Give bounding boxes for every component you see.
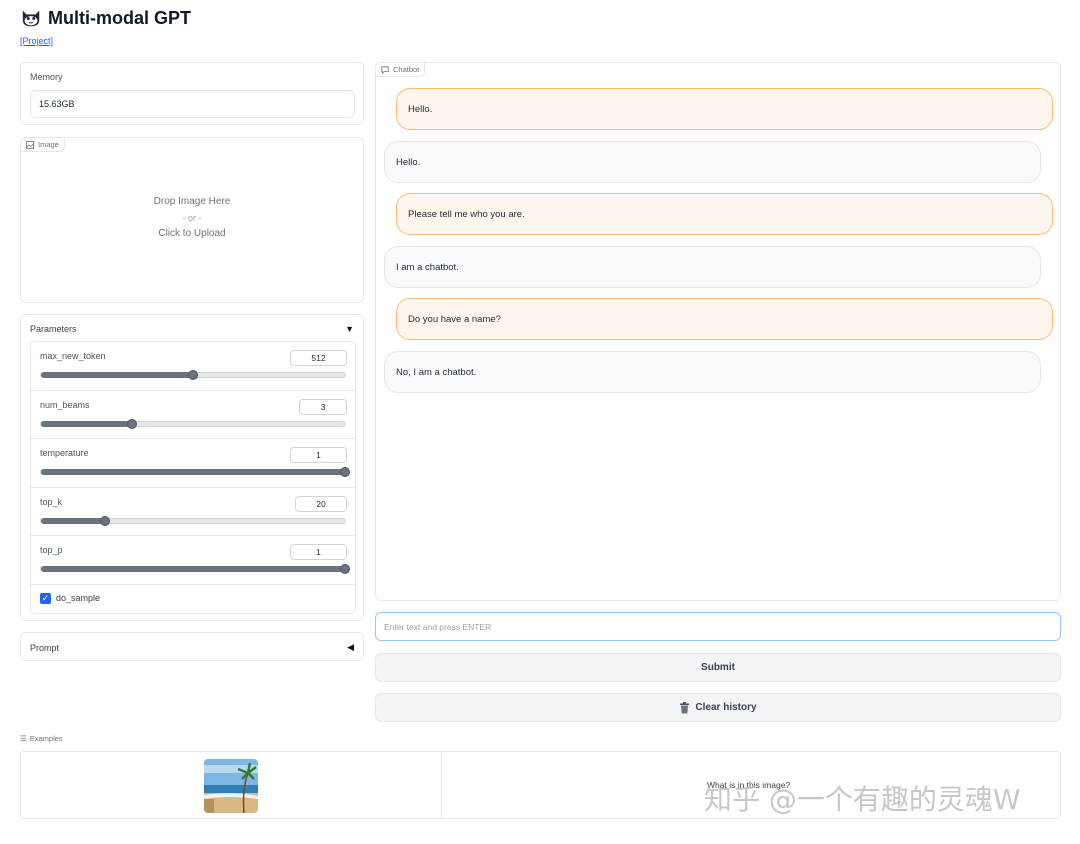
user-message: Hello. bbox=[396, 88, 1053, 130]
message-input[interactable]: Enter text and press ENTER bbox=[375, 612, 1061, 641]
clear-history-label: Clear history bbox=[695, 702, 757, 713]
app-title: Multi-modal GPT bbox=[48, 7, 191, 28]
slider-thumb[interactable] bbox=[99, 515, 110, 526]
prompt-accordion[interactable]: Prompt ◀ bbox=[20, 632, 364, 661]
image-label: Image bbox=[38, 140, 59, 149]
chatbot-panel: Chatbot Hello. Hello. Please tell me who… bbox=[375, 62, 1061, 601]
slider-max-new-token: max_new_token 512 bbox=[31, 342, 355, 391]
bot-message: Hello. bbox=[384, 141, 1041, 183]
slider-track[interactable] bbox=[40, 515, 346, 526]
slider-label: max_new_token bbox=[40, 351, 106, 361]
slider-num-beams: num_beams 3 bbox=[31, 391, 355, 439]
slider-top-k: top_k 20 bbox=[31, 488, 355, 536]
slider-label: top_p bbox=[40, 545, 63, 555]
slider-value-input[interactable]: 1 bbox=[290, 447, 347, 463]
user-message: Do you have a name? bbox=[396, 298, 1053, 340]
example-image-beach[interactable] bbox=[204, 759, 258, 813]
watermark: 知乎 @一个有趣的灵魂W bbox=[704, 783, 1021, 816]
slider-value-input[interactable]: 3 bbox=[299, 398, 347, 415]
image-upload-panel[interactable]: Image Drop Image Here - or - Click to Up… bbox=[20, 137, 364, 303]
memory-value-field[interactable]: 15.63GB bbox=[30, 90, 355, 118]
user-message: Please tell me who you are. bbox=[396, 193, 1053, 235]
parameter-sliders: max_new_token 512 num_beams 3 temperatur… bbox=[30, 341, 356, 614]
app-header: Multi-modal GPT [Project] bbox=[20, 6, 191, 47]
chatbot-tag: Chatbot bbox=[375, 62, 426, 77]
cat-logo-icon bbox=[22, 10, 40, 27]
clear-history-button[interactable]: Clear history bbox=[375, 693, 1061, 722]
parameters-panel: Parameters ▼ max_new_token 512 num_beams… bbox=[20, 314, 364, 621]
drop-image-text: Drop Image Here bbox=[153, 196, 231, 207]
chatbot-label: Chatbot bbox=[393, 65, 420, 74]
parameters-accordion-header[interactable]: Parameters ▼ bbox=[30, 324, 354, 334]
memory-panel: Memory 15.63GB bbox=[20, 62, 364, 125]
examples-label: Examples bbox=[29, 734, 63, 743]
prompt-label: Prompt bbox=[30, 642, 60, 653]
do-sample-row: ✓ do_sample bbox=[31, 585, 355, 613]
list-icon: ☰ bbox=[20, 734, 27, 743]
bot-message: No, I am a chatbot. bbox=[384, 351, 1041, 393]
or-text: - or - bbox=[182, 213, 202, 223]
slider-track[interactable] bbox=[40, 564, 350, 574]
slider-temperature: temperature 1 bbox=[31, 439, 355, 488]
slider-label: num_beams bbox=[40, 399, 90, 410]
chevron-down-icon: ▼ bbox=[345, 324, 354, 334]
slider-track[interactable] bbox=[40, 418, 346, 429]
slider-value-input[interactable]: 512 bbox=[290, 350, 347, 366]
image-tag: Image bbox=[20, 137, 65, 152]
project-link[interactable]: [Project] bbox=[20, 36, 191, 46]
memory-label: Memory bbox=[30, 72, 63, 82]
trash-icon bbox=[680, 701, 690, 713]
slider-value-input[interactable]: 20 bbox=[295, 495, 347, 512]
slider-thumb[interactable] bbox=[340, 564, 350, 574]
slider-top-p: top_p 1 bbox=[31, 536, 355, 585]
do-sample-label: do_sample bbox=[56, 592, 101, 603]
submit-label: Submit bbox=[701, 662, 735, 673]
click-to-upload-text: Click to Upload bbox=[158, 228, 226, 239]
examples-header: ☰ Examples bbox=[20, 734, 63, 743]
slider-track[interactable] bbox=[40, 467, 350, 477]
column-divider bbox=[441, 752, 442, 818]
check-icon[interactable]: ✓ bbox=[40, 592, 51, 604]
prompt-accordion-header[interactable]: Prompt ◀ bbox=[30, 642, 354, 653]
submit-button[interactable]: Submit bbox=[375, 653, 1061, 682]
slider-thumb[interactable] bbox=[188, 370, 198, 380]
slider-thumb[interactable] bbox=[340, 467, 350, 477]
image-drop-zone[interactable]: Drop Image Here - or - Click to Upload bbox=[21, 194, 363, 242]
chat-icon bbox=[381, 65, 389, 74]
slider-value-input[interactable]: 1 bbox=[290, 544, 347, 560]
slider-thumb[interactable] bbox=[127, 418, 138, 429]
image-icon bbox=[26, 140, 34, 149]
slider-label: temperature bbox=[40, 448, 89, 458]
bot-message: I am a chatbot. bbox=[384, 246, 1041, 288]
slider-label: top_k bbox=[40, 496, 63, 507]
slider-track[interactable] bbox=[40, 370, 346, 380]
chevron-left-icon: ◀ bbox=[347, 642, 354, 652]
parameters-label: Parameters bbox=[30, 324, 77, 334]
